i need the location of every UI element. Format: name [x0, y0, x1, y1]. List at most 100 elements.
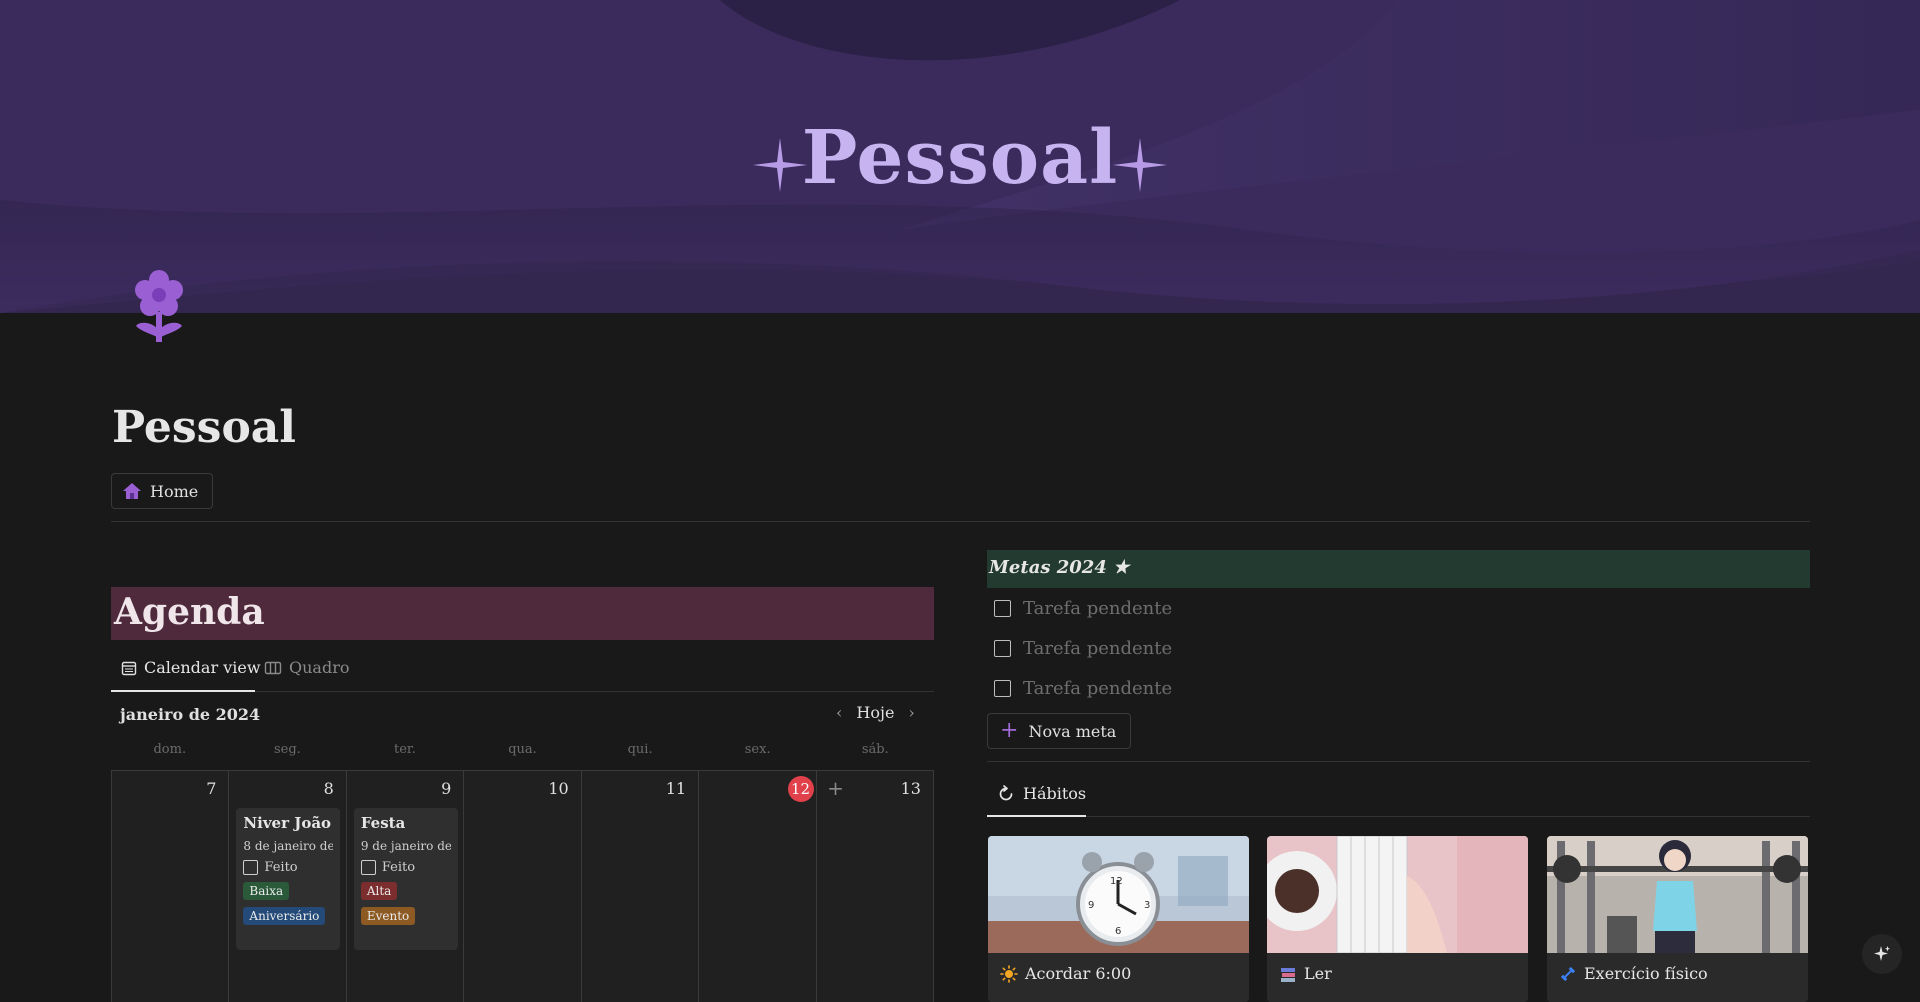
tab-quadro-label: Quadro: [289, 658, 350, 677]
checkbox-icon[interactable]: [994, 600, 1011, 617]
day-number: 9: [441, 779, 452, 798]
priority-tag: Baixa: [243, 882, 290, 900]
metas-heading: Metas 2024 ★: [987, 550, 1810, 588]
calendar-day-cell[interactable]: 10: [463, 771, 581, 1002]
active-tab-indicator: [987, 815, 1086, 817]
page-cover[interactable]: Pessoal: [0, 0, 1920, 313]
habit-card[interactable]: Ler: [1267, 836, 1528, 1002]
habit-card-title: Ler: [1279, 964, 1332, 983]
sparkle-icon: [1874, 946, 1890, 961]
calendar-day-cell[interactable]: 11: [580, 771, 699, 1002]
priority-tag: Alta: [360, 882, 398, 900]
refresh-icon: [999, 784, 1013, 800]
dumbbell-icon: [1560, 966, 1576, 981]
tab-quadro[interactable]: Quadro: [264, 658, 349, 677]
habit-card-label: Acordar 6:00: [1025, 964, 1132, 983]
category-tag: Evento: [360, 907, 416, 925]
habit-card-title: Acordar 6:00: [1000, 964, 1131, 983]
event-title: Niver João: [243, 814, 332, 832]
event-card[interactable]: Niver João 8 de janeiro de Feito Baixa A…: [236, 808, 341, 950]
alarm-clock-image: 12 3 6 9: [988, 836, 1249, 953]
home-link[interactable]: Home: [111, 473, 214, 509]
agenda-heading: Agenda: [111, 587, 934, 640]
month-navigation: ‹ Hoje ›: [836, 703, 915, 722]
event-done-label: Feito: [381, 860, 416, 875]
svg-text:3: 3: [1144, 900, 1150, 911]
habit-card-label: Exercício físico: [1584, 964, 1708, 983]
weekday-label: sex.: [744, 742, 771, 757]
ai-assistant-button[interactable]: [1862, 934, 1902, 974]
habit-card-label: Ler: [1304, 964, 1332, 983]
todo-item[interactable]: Tarefa pendente: [994, 638, 1172, 659]
weekday-label: seg.: [273, 742, 301, 757]
metas-heading-text: Metas 2024 ★: [989, 557, 1130, 578]
tab-habitos-label: Hábitos: [1023, 784, 1087, 803]
cover-title: Pessoal: [801, 115, 1119, 201]
todo-item[interactable]: Tarefa pendente: [994, 598, 1172, 619]
add-event-icon[interactable]: +: [825, 777, 847, 799]
new-goal-label: Nova meta: [1028, 721, 1117, 741]
weekday-label: dom.: [153, 742, 187, 757]
event-card[interactable]: Festa 9 de janeiro de Feito Alta Evento: [353, 808, 458, 950]
tab-calendar-view[interactable]: Calendar view: [121, 658, 261, 677]
svg-text:9: 9: [1088, 900, 1094, 911]
checkbox-icon[interactable]: [994, 680, 1011, 697]
habit-card-title: Exercício físico: [1559, 964, 1708, 983]
house-icon: [123, 483, 141, 499]
calendar-day-cell[interactable]: 8 Niver João 8 de janeiro de Feito Baixa…: [228, 771, 346, 1002]
next-month-icon[interactable]: ›: [908, 703, 914, 722]
habits-view-tabs: Hábitos: [987, 775, 1810, 817]
home-link-label: Home: [150, 481, 199, 501]
page-title[interactable]: Pessoal: [112, 402, 296, 453]
calendar-day-cell[interactable]: + 13: [815, 771, 934, 1002]
day-number: 7: [206, 779, 217, 798]
weekday-label: qui.: [627, 742, 653, 757]
checkbox-icon[interactable]: [994, 640, 1011, 657]
section-divider: [987, 761, 1810, 762]
board-icon: [264, 661, 282, 674]
todo-item[interactable]: Tarefa pendente: [994, 678, 1172, 699]
plus-icon: +: [1000, 718, 1019, 743]
calendar-day-cell[interactable]: 12: [698, 771, 816, 1002]
habit-card[interactable]: 12 3 6 9 Acordar 6:00: [988, 836, 1249, 1002]
event-date: 8 de janeiro de: [243, 839, 334, 853]
todo-item-label: Tarefa pendente: [1023, 598, 1173, 619]
todo-item-label: Tarefa pendente: [1023, 638, 1173, 659]
day-number: 8: [323, 779, 334, 798]
day-number: 10: [548, 779, 569, 798]
weekday-label: ter.: [394, 742, 416, 757]
calendar-day-cell[interactable]: 9 Festa 9 de janeiro de Feito Alta Event…: [345, 771, 464, 1002]
gym-exercise-image: [1547, 836, 1808, 953]
tab-habitos[interactable]: Hábitos: [997, 784, 1086, 803]
weekday-label: qua.: [508, 742, 537, 757]
new-goal-button[interactable]: + Nova meta: [987, 713, 1132, 749]
prev-month-icon[interactable]: ‹: [836, 703, 842, 722]
today-button[interactable]: Hoje: [856, 703, 894, 722]
reading-book-image: [1267, 836, 1528, 953]
event-title: Festa: [360, 814, 406, 832]
active-tab-indicator: [111, 690, 255, 692]
calendar-icon: [121, 661, 137, 675]
category-tag: Aniversário: [243, 907, 326, 925]
habit-card[interactable]: Exercício físico: [1547, 836, 1808, 1002]
event-date: 9 de janeiro de: [360, 839, 451, 853]
weekday-header: dom. seg. ter. qua. qui. sex. sáb.: [111, 742, 934, 766]
svg-text:6: 6: [1115, 926, 1121, 937]
flower-icon[interactable]: [130, 268, 188, 346]
event-done-label: Feito: [264, 860, 298, 875]
todo-item-label: Tarefa pendente: [1023, 678, 1173, 699]
calendar-day-cell[interactable]: 7: [111, 771, 229, 1002]
checkbox-icon: [243, 860, 259, 875]
month-label: janeiro de 2024: [120, 705, 261, 724]
event-done-checkbox[interactable]: Feito: [243, 860, 333, 875]
event-done-checkbox[interactable]: Feito: [360, 860, 451, 875]
day-number: 11: [665, 779, 687, 798]
tab-calendar-view-label: Calendar view: [144, 658, 261, 677]
sun-icon: [1000, 964, 1018, 983]
agenda-heading-text: Agenda: [114, 591, 265, 633]
header-divider: [111, 521, 1810, 522]
day-number: 13: [900, 779, 921, 798]
books-icon: [1281, 967, 1295, 982]
sparkle-right-icon: [1113, 138, 1167, 192]
svg-text:12: 12: [1110, 876, 1123, 887]
